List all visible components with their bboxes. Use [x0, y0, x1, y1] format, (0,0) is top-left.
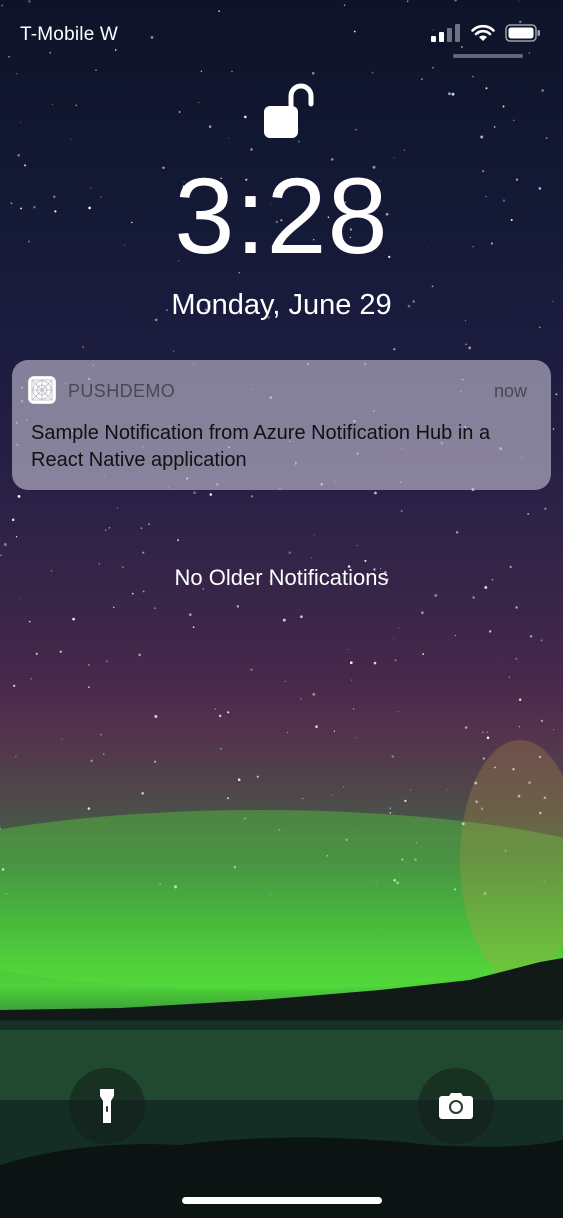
cellular-signal-icon — [431, 24, 460, 42]
notification-time: now — [493, 381, 527, 401]
control-center-grabber[interactable] — [453, 54, 523, 58]
flashlight-button[interactable] — [69, 1068, 145, 1144]
notification-app-name: PUSHDEMO — [68, 381, 176, 401]
flashlight-icon — [100, 1089, 114, 1123]
notification-card[interactable]: PUSHDEMO now Sample Notification from Az… — [12, 360, 551, 490]
wifi-icon — [471, 24, 495, 41]
lock-screen-time: 3:28 — [174, 155, 389, 276]
camera-icon — [439, 1093, 473, 1119]
home-indicator[interactable] — [182, 1197, 382, 1204]
app-icon — [28, 376, 56, 404]
camera-button[interactable] — [418, 1068, 494, 1144]
lock-screen-date: Monday, June 29 — [171, 289, 392, 321]
status-icons — [431, 24, 541, 42]
notification-body: Sample Notification from Azure Notificat… — [31, 422, 491, 471]
no-older-notifications-label: No Older Notifications — [174, 565, 389, 590]
carrier-label: T-Mobile W — [20, 24, 119, 45]
battery-icon — [505, 24, 540, 42]
unlocked-padlock-icon — [264, 83, 314, 138]
